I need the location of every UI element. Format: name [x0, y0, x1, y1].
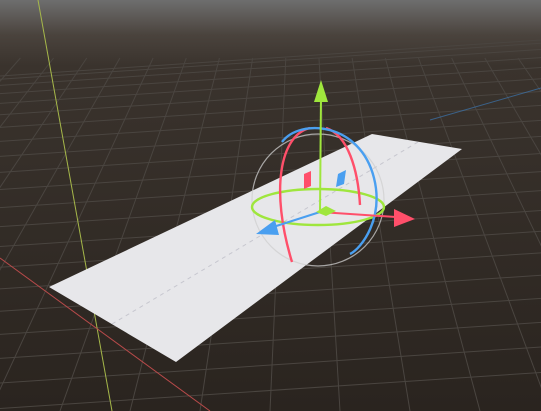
3d-viewport[interactable] [0, 0, 541, 411]
plane-handle-xy-icon[interactable] [304, 171, 311, 189]
viewport-canvas[interactable] [0, 0, 541, 411]
move-axis-y-shaft[interactable] [319, 95, 322, 213]
